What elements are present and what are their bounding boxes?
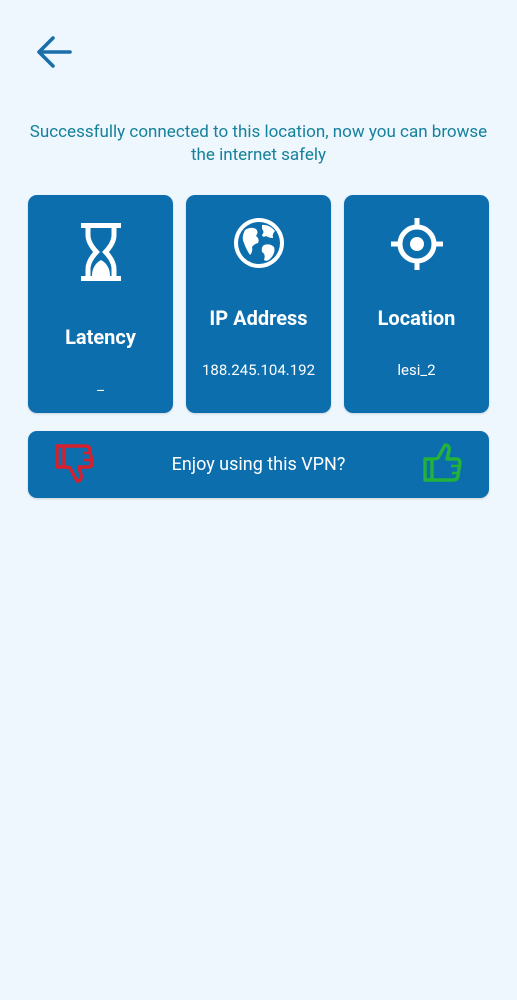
feedback-bar: Enjoy using this VPN? (28, 431, 489, 498)
arrow-left-icon (34, 34, 74, 74)
thumbs-up-icon (421, 443, 463, 487)
hourglass-icon (28, 221, 173, 283)
location-target-icon (344, 216, 489, 272)
ip-address-title: IP Address (209, 306, 308, 330)
location-title: Location (377, 306, 456, 330)
back-button[interactable] (30, 32, 78, 76)
connection-status-message: Successfully connected to this location,… (29, 122, 488, 165)
connection-info-cards: Latency _ IP Address 188.245.104.192 Loc… (28, 195, 489, 413)
latency-title: Latency (65, 325, 136, 349)
location-card: Location lesi_2 (344, 195, 489, 413)
location-value: lesi_2 (397, 361, 436, 379)
ip-address-value: 188.245.104.192 (201, 361, 316, 379)
latency-value: _ (97, 376, 104, 394)
globe-icon (186, 216, 331, 270)
like-button[interactable] (420, 443, 464, 487)
latency-card: Latency _ (28, 195, 173, 413)
ip-address-card: IP Address 188.245.104.192 (186, 195, 331, 413)
